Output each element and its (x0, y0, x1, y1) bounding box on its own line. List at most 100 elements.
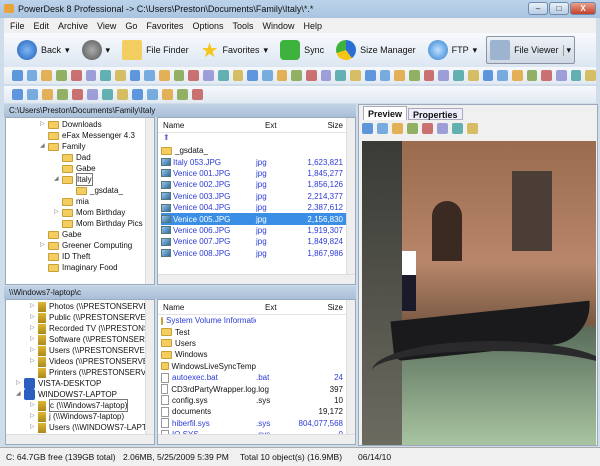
ftp-button[interactable]: FTP ▾ (425, 36, 481, 64)
tree-item[interactable]: ▷ Photos (\\PRESTONSERVE (6, 301, 154, 312)
tree-item[interactable]: ▷ Users (\\WINDOWS7-LAPT( (6, 422, 154, 433)
menu-view[interactable]: View (97, 21, 116, 31)
tree-item[interactable]: ▷ j (\\Windows7-laptop) (6, 411, 154, 422)
expand-arrow-icon[interactable]: ◢ (16, 389, 24, 400)
preview-tool-icon-4[interactable] (407, 123, 418, 134)
column-ext[interactable]: Ext (265, 121, 303, 130)
toolbar-tool-icon-22[interactable] (320, 70, 332, 81)
expand-arrow-icon[interactable]: ▷ (30, 411, 38, 422)
column-name[interactable]: Name (158, 303, 265, 312)
toolbar-tool-icon-29[interactable] (423, 70, 435, 81)
app-launcher-icon-6[interactable] (87, 89, 98, 100)
toolbar-tool-icon-14[interactable] (203, 70, 214, 81)
file-row[interactable]: Venice 002.JPG jpg 1,856,126 (161, 179, 346, 190)
menu-help[interactable]: Help (304, 21, 323, 31)
scrollbar[interactable] (6, 434, 154, 444)
expand-arrow-icon[interactable]: ▷ (30, 356, 38, 367)
menu-window[interactable]: Window (262, 21, 294, 31)
file-row[interactable]: CD3rdPartyWrapper.log .log 397 (161, 383, 346, 395)
expand-arrow-icon[interactable]: ▷ (30, 400, 38, 411)
toolbar-tool-icon-27[interactable] (394, 70, 405, 81)
tree-item[interactable]: ▷ Videos (\\PRESTONSERVE (6, 356, 154, 367)
preview-tool-icon-1[interactable] (362, 123, 373, 134)
expand-arrow-icon[interactable]: ▷ (30, 301, 38, 312)
toolbar-tool-icon-35[interactable] (511, 70, 523, 81)
toolbar-tool-icon-38[interactable] (556, 70, 567, 81)
toolbar-tool-icon-9[interactable] (129, 70, 141, 81)
menu-go[interactable]: Go (125, 21, 137, 31)
close-button[interactable]: X (570, 2, 596, 15)
expand-arrow-icon[interactable]: ▷ (30, 334, 38, 345)
file-row[interactable]: autoexec.bat .bat 24 (161, 372, 346, 383)
tree-item[interactable]: ▷ Users (\\PRESTONSERVEF (6, 345, 154, 356)
toolbar-tool-icon-13[interactable] (188, 70, 200, 81)
expand-arrow-icon[interactable]: ▷ (30, 312, 38, 323)
expand-arrow-icon[interactable]: ◢ (54, 174, 62, 185)
preview-tool-icon-2[interactable] (377, 123, 388, 134)
scrollbar[interactable] (346, 118, 355, 276)
toolbar-tool-icon-30[interactable] (438, 70, 450, 81)
menu-options[interactable]: Options (192, 21, 223, 31)
tree-item[interactable]: ▷ Recorded TV (\\PRESTONS (6, 323, 154, 334)
scrollbar[interactable] (158, 434, 355, 444)
expand-arrow-icon[interactable]: ▷ (30, 345, 38, 356)
expand-arrow-icon[interactable]: ▷ (40, 240, 48, 251)
preview-tool-icon-7[interactable] (452, 123, 463, 134)
toolbar-tool-icon-24[interactable] (350, 70, 361, 81)
toolbar-tool-icon-7[interactable] (100, 70, 111, 81)
column-name[interactable]: Name (158, 121, 265, 130)
file-finder-button[interactable]: File Finder (119, 36, 192, 64)
sync-button[interactable]: Sync (277, 36, 327, 64)
file-row[interactable]: Venice 007.JPG jpg 1,849,824 (161, 236, 346, 247)
toolbar-tool-icon-1[interactable] (12, 70, 23, 81)
tree-item[interactable]: _gsdata_ (6, 185, 154, 196)
toolbar-tool-icon-11[interactable] (159, 70, 170, 81)
toolbar-tool-icon-36[interactable] (526, 70, 538, 81)
size-manager-button[interactable]: Size Manager (333, 36, 419, 64)
file-row[interactable]: hiberfil.sys .sys 804,077,568 (161, 418, 346, 429)
app-launcher-icon-9[interactable] (132, 89, 143, 100)
toolbar-tool-icon-15[interactable] (217, 70, 229, 81)
scrollbar[interactable] (145, 118, 154, 284)
toolbar-tool-icon-16[interactable] (232, 70, 244, 81)
preview-tool-icon-8[interactable] (467, 123, 478, 134)
tree-item[interactable]: ▷ Downloads (6, 119, 154, 130)
app-launcher-icon-4[interactable] (57, 89, 68, 100)
forward-button[interactable]: ▾ (79, 36, 114, 64)
toolbar-tool-icon-2[interactable] (26, 70, 38, 81)
menu-edit[interactable]: Edit (34, 21, 50, 31)
file-row[interactable]: Venice 001.JPG jpg 1,845,277 (161, 168, 346, 179)
scrollbar[interactable] (346, 300, 355, 436)
maximize-button[interactable]: □ (549, 2, 569, 15)
file-row[interactable]: _gsdata_ (161, 145, 346, 156)
toolbar-tool-icon-17[interactable] (247, 70, 258, 81)
toolbar-tool-icon-28[interactable] (408, 70, 420, 81)
file-row[interactable]: Venice 008.JPG jpg 1,867,986 (161, 248, 346, 259)
tree-item[interactable]: Gabe (6, 229, 154, 240)
toolbar-tool-icon-26[interactable] (379, 70, 391, 81)
expand-arrow-icon[interactable]: ▷ (30, 323, 38, 334)
file-row[interactable]: Venice 006.JPG jpg 1,919,307 (161, 225, 346, 236)
file-row[interactable]: Venice 004.JPG jpg 2,387,612 (161, 202, 346, 213)
app-launcher-icon-3[interactable] (42, 89, 53, 100)
app-launcher-icon-13[interactable] (192, 89, 203, 100)
tree-item[interactable]: Printers (\\PRESTONSERVE (6, 367, 154, 378)
tab-preview[interactable]: Preview (363, 106, 408, 120)
toolbar-tool-icon-23[interactable] (335, 70, 347, 81)
toolbar-tool-icon-25[interactable] (364, 70, 376, 81)
app-launcher-icon-8[interactable] (117, 89, 128, 100)
tree-item[interactable]: ▷ Software (\\PRESTONSERV (6, 334, 154, 345)
toolbar-tool-icon-8[interactable] (114, 70, 126, 81)
tree-item[interactable]: Dad (6, 152, 154, 163)
expand-arrow-icon[interactable]: ▷ (16, 378, 24, 389)
preview-tool-icon-3[interactable] (392, 123, 403, 134)
scrollbar[interactable] (158, 274, 355, 284)
scrollbar[interactable] (145, 300, 154, 444)
tree-item[interactable]: ID Theft (6, 251, 154, 262)
tree-item[interactable]: eFax Messenger 4.3 (6, 130, 154, 141)
tree-item[interactable]: ◢ Italy (6, 173, 154, 186)
menu-favorites[interactable]: Favorites (146, 21, 183, 31)
toolbar-tool-icon-3[interactable] (41, 70, 53, 81)
menu-file[interactable]: File (10, 21, 25, 31)
toolbar-tool-icon-37[interactable] (541, 70, 553, 81)
